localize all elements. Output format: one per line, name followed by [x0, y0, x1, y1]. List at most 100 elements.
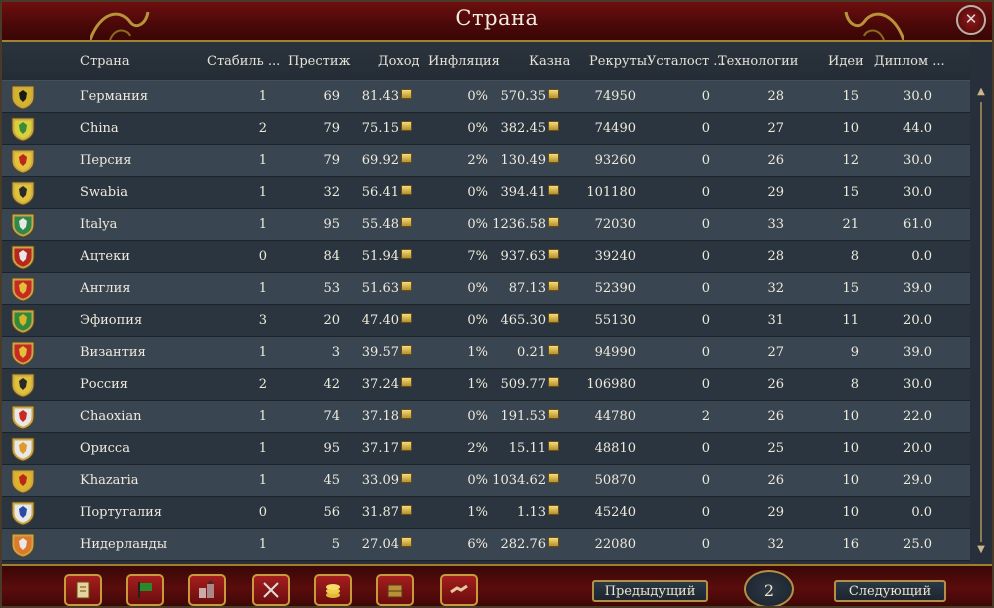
prestige-value: 79: [323, 121, 340, 136]
manpower-value: 48810: [595, 441, 636, 456]
income-value: 27.04: [362, 537, 412, 552]
table-row[interactable]: Ацтеки 0 84 51.94 7% 937.63 39240 0 28 8 0.0: [2, 241, 970, 273]
column-header-war-exhaustion[interactable]: Усталост ...: [647, 54, 726, 69]
prestige-value-text: 53: [323, 281, 340, 296]
gold-coin-icon: [401, 409, 412, 419]
table-row[interactable]: Германия 1 69 81.43 0% 570.35 74950 0 28 15 30.0: [2, 81, 970, 113]
technology-value: 26: [767, 153, 784, 168]
diplomacy-value: 30.0: [903, 377, 932, 392]
eagle-shield-icon[interactable]: [10, 84, 36, 110]
table-row[interactable]: Khazaria 1 45 33.09 0% 1034.62 50870 0 26 10 29.0: [2, 465, 970, 497]
table-header: Страна Стабиль ... Престиж Доход Инфляци…: [2, 42, 970, 81]
table-row[interactable]: Italya 1 95 55.48 0% 1236.58 72030 0 33 21 61.0: [2, 209, 970, 241]
table-row[interactable]: Swabia 1 32 56.41 0% 394.41 101180 0 29 15 30.0: [2, 177, 970, 209]
technology-value: 28: [767, 249, 784, 264]
column-header-income[interactable]: Доход: [378, 54, 420, 69]
gold-coin-icon: [401, 153, 412, 163]
flags-button[interactable]: [126, 574, 164, 606]
table-row[interactable]: Chaoxian 1 74 37.18 0% 191.53 44780 2 26 10 22.0: [2, 401, 970, 433]
military-button[interactable]: [252, 574, 290, 606]
manpower-value-text: 94990: [594, 345, 636, 360]
inflation-value-text: 1%: [467, 505, 488, 520]
previous-page-button[interactable]: Предыдущий: [592, 580, 708, 602]
country-name-text: Англия: [80, 281, 131, 296]
table-row[interactable]: Орисса 1 95 37.17 2% 15.11 48810 0 25 10 20.0: [2, 433, 970, 465]
column-header-treasury[interactable]: Казна: [529, 54, 570, 69]
sun-shield-icon[interactable]: [10, 436, 36, 462]
table-row[interactable]: China 2 79 75.15 0% 382.45 74490 0 27 10 44.0: [2, 113, 970, 145]
column-header-stability[interactable]: Стабиль ...: [207, 54, 280, 69]
treasury-value-text: 394.41: [500, 185, 547, 200]
close-button[interactable]: ✕: [956, 5, 986, 35]
gold-coin-icon: [401, 345, 412, 355]
ideas-value-text: 10: [842, 505, 859, 520]
manpower-value-text: 39240: [594, 249, 636, 264]
inflation-value: 0%: [467, 473, 488, 488]
stripes-shield-icon[interactable]: [10, 212, 36, 238]
eagle-shield-icon[interactable]: [10, 244, 36, 270]
diplomacy-value-text: 44.0: [903, 121, 932, 136]
lions-shield-icon[interactable]: [10, 180, 36, 206]
income-value: 37.17: [362, 441, 412, 456]
inflation-value: 0%: [467, 409, 488, 424]
gold-coin-icon: [401, 505, 412, 515]
income-value-text: 37.17: [361, 441, 399, 456]
table-row[interactable]: Византия 1 3 39.57 1% 0.21 94990 0 27 9 39.0: [2, 337, 970, 369]
column-header-country[interactable]: Страна: [80, 54, 130, 69]
next-page-button[interactable]: Следующий: [834, 580, 946, 602]
trade-button[interactable]: [376, 574, 414, 606]
trident-shield-icon[interactable]: [10, 468, 36, 494]
dragon-shield-icon[interactable]: [10, 116, 36, 142]
cross-shield-icon[interactable]: [10, 340, 36, 366]
quinas-shield-icon[interactable]: [10, 500, 36, 526]
country-name: Ацтеки: [80, 249, 130, 264]
income-value-text: 51.63: [361, 281, 399, 296]
table-row[interactable]: Нидерланды 1 5 27.04 6% 282.76 22080 0 32 16 25.0: [2, 529, 970, 561]
stability-value: 1: [259, 89, 267, 104]
column-header-diplomacy[interactable]: Диплом ...: [874, 54, 945, 69]
lions-shield-icon[interactable]: [10, 276, 36, 302]
economy-button[interactable]: [314, 574, 352, 606]
sun-shield-icon[interactable]: [10, 148, 36, 174]
lion-shield-icon[interactable]: [10, 308, 36, 334]
war-exhaustion-value-text: 2: [701, 409, 710, 424]
diplomacy-value-text: 30.0: [903, 153, 932, 168]
stability-value-text: 1: [258, 185, 267, 200]
inflation-value: 0%: [467, 121, 488, 136]
treasury-value-text: 130.49: [500, 153, 547, 168]
circle-shield-icon[interactable]: [10, 404, 36, 430]
war-exhaustion-value: 0: [702, 121, 710, 136]
eagle-shield-icon[interactable]: [10, 372, 36, 398]
inflation-value: 0%: [467, 185, 488, 200]
scroll-down-icon[interactable]: ▼: [974, 544, 988, 556]
country-name-text: China: [80, 121, 119, 136]
manpower-value: 44780: [595, 409, 636, 424]
table-row[interactable]: Англия 1 53 51.63 0% 87.13 52390 0 32 15 39.0: [2, 273, 970, 305]
column-header-inflation[interactable]: Инфляция: [428, 54, 500, 69]
column-header-ideas[interactable]: Идеи: [828, 54, 864, 69]
table-row[interactable]: Эфиопия 3 20 47.40 0% 465.30 55130 0 31 11 20.0: [2, 305, 970, 337]
stripes-shield-icon[interactable]: [10, 532, 36, 558]
war-exhaustion-value-text: 0: [701, 537, 710, 552]
diplomacy-button[interactable]: [440, 574, 478, 606]
diplomacy-value-text: 20.0: [903, 441, 932, 456]
gold-coin-icon: [548, 185, 559, 195]
buildings-button[interactable]: [188, 574, 226, 606]
manpower-value: 94990: [595, 345, 636, 360]
income-value: 81.43: [362, 89, 412, 104]
table-row[interactable]: Персия 1 79 69.92 2% 130.49 93260 0 26 12 30.0: [2, 145, 970, 177]
treasury-value-text: 465.30: [500, 313, 547, 328]
country-name: Византия: [80, 345, 146, 360]
column-header-prestige[interactable]: Престиж: [288, 54, 350, 69]
column-header-manpower[interactable]: Рекруты: [589, 54, 647, 69]
diplomacy-value-text: 30.0: [903, 89, 932, 104]
scroll-up-icon[interactable]: ▲: [974, 86, 988, 98]
column-header-technology[interactable]: Технологии: [718, 54, 798, 69]
income-value-text: 47.40: [361, 313, 399, 328]
inflation-value-text: 0%: [467, 89, 488, 104]
table-row[interactable]: Португалия 0 56 31.87 1% 1.13 45240 0 29 10 0.0: [2, 497, 970, 529]
ledger-button[interactable]: [64, 574, 102, 606]
scrollbar[interactable]: ▲ ▼: [974, 86, 988, 556]
table-row[interactable]: Россия 2 42 37.24 1% 509.77 106980 0 26 8 30.0: [2, 369, 970, 401]
scroll-track[interactable]: [980, 102, 982, 542]
